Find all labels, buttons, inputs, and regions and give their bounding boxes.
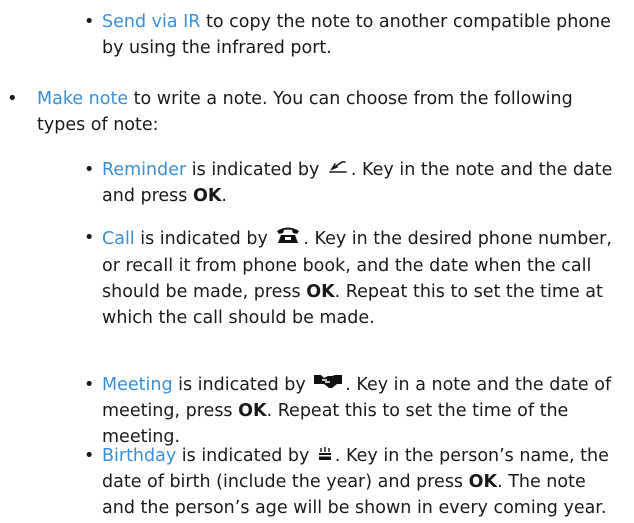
bullet: •	[7, 88, 18, 109]
list-item-birthday: • Birthday is indicated by . Key in the …	[84, 443, 622, 521]
meeting-text-a: is indicated by	[172, 375, 312, 395]
list-item-make-note: • Make note to write a note. You can cho…	[7, 86, 622, 138]
ok-key-label: OK	[238, 401, 267, 421]
ok-key-label: OK	[468, 472, 498, 492]
bullet: •	[84, 12, 95, 32]
bullet: •	[84, 446, 95, 466]
call-link[interactable]: Call	[102, 229, 135, 249]
birthday-cake-icon	[317, 443, 333, 469]
ok-key-label: OK	[306, 282, 335, 302]
ok-key-label: OK	[192, 186, 222, 206]
birthday-link[interactable]: Birthday	[102, 446, 176, 466]
list-item-call: • Call is indicated by . Key in the desi…	[84, 225, 622, 331]
bullet: •	[84, 160, 95, 180]
reminder-text-c: .	[221, 186, 227, 206]
send-via-ir-link[interactable]: Send via IR	[102, 12, 200, 32]
bullet: •	[84, 375, 95, 395]
make-note-link[interactable]: Make note	[37, 89, 128, 109]
handshake-icon	[313, 372, 343, 398]
call-text-a: is indicated by	[134, 229, 274, 249]
birthday-text-a: is indicated by	[176, 446, 315, 466]
telephone-icon	[275, 225, 301, 253]
reminder-pen-icon	[327, 157, 349, 183]
list-item-reminder: • Reminder is indicated by . Key in the …	[84, 157, 622, 209]
bullet: •	[84, 228, 95, 248]
list-item-send-via-ir: • Send via IR to copy the note to anothe…	[84, 9, 622, 61]
reminder-link[interactable]: Reminder	[102, 160, 186, 180]
meeting-link[interactable]: Meeting	[102, 375, 173, 395]
reminder-text-a: is indicated by	[186, 160, 325, 180]
list-item-meeting: • Meeting is indicated by . Key in a not…	[84, 372, 622, 450]
document-page: • Send via IR to copy the note to anothe…	[0, 0, 634, 523]
